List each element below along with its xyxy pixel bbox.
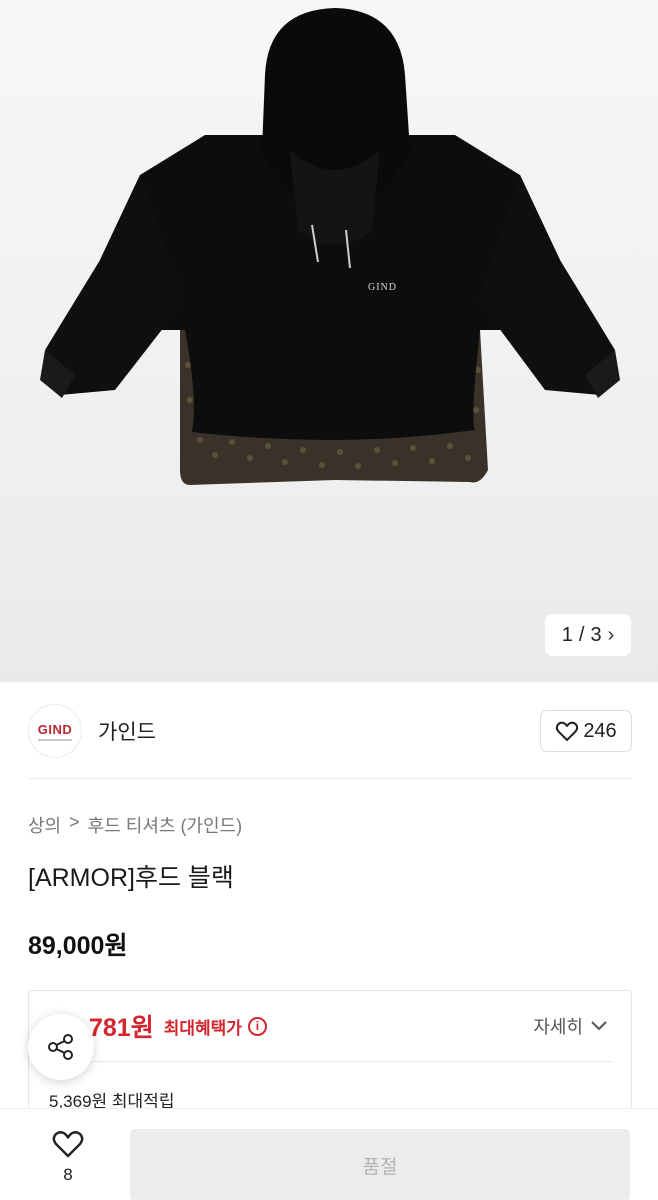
section-divider [28,778,632,779]
pager-current: 1 [561,623,573,646]
benefit-divider [47,1061,613,1062]
benefit-detail-toggle[interactable]: 자세히 [533,1013,607,1039]
pager-separator: / [578,623,585,646]
pager-total: 3 [590,623,602,646]
chevron-right-icon: › [607,623,615,646]
product-price: 89,000원 [28,932,128,960]
breadcrumb-separator: > [69,812,80,832]
benefit-price: 781원 [89,1014,154,1042]
brand-logo[interactable]: GIND [28,704,82,758]
product-title: [ARMOR]후드 블랙 [28,864,234,892]
heart-outline-icon [556,721,579,741]
share-icon [48,1034,73,1060]
brand-row: GIND 가인드 246 [28,700,632,762]
wishlist-button[interactable]: 8 [40,1129,96,1185]
share-button[interactable] [28,1014,94,1080]
hoodie-print-text: GIND [368,282,397,293]
hoodie-photo: GIND [40,8,620,485]
info-icon[interactable]: i [247,1016,267,1036]
sold-out-button[interactable]: 품절 [130,1129,630,1200]
chevron-down-icon [591,1021,607,1031]
bottom-action-bar: 8 품절 [0,1108,658,1200]
brand-like-button[interactable]: 246 [540,710,632,752]
heart-icon [52,1131,84,1158]
product-image-gallery[interactable]: GIND 1 / 3 › [0,0,658,682]
brand-logo-underline [38,738,72,741]
benefit-summary[interactable]: 781원 최대혜택가 i 자세히 [29,991,631,1061]
image-pager[interactable]: 1 / 3 › [545,614,631,656]
brand-logo-text: GIND [37,721,73,737]
breadcrumb: 상의 > 후드 티셔츠 (가인드) [28,812,242,838]
benefit-box: 781원 최대혜택가 i 자세히 5,369원 최대적립 [28,990,632,1120]
brand-name[interactable]: 가인드 [98,716,156,746]
benefit-label: 최대혜택가 [163,1018,242,1038]
wishlist-count: 8 [63,1165,73,1184]
breadcrumb-subcategory[interactable]: 후드 티셔츠 (가인드) [88,812,242,838]
detail-label: 자세히 [533,1017,583,1037]
brand-like-count: 246 [583,719,617,742]
breadcrumb-category[interactable]: 상의 [28,812,61,838]
